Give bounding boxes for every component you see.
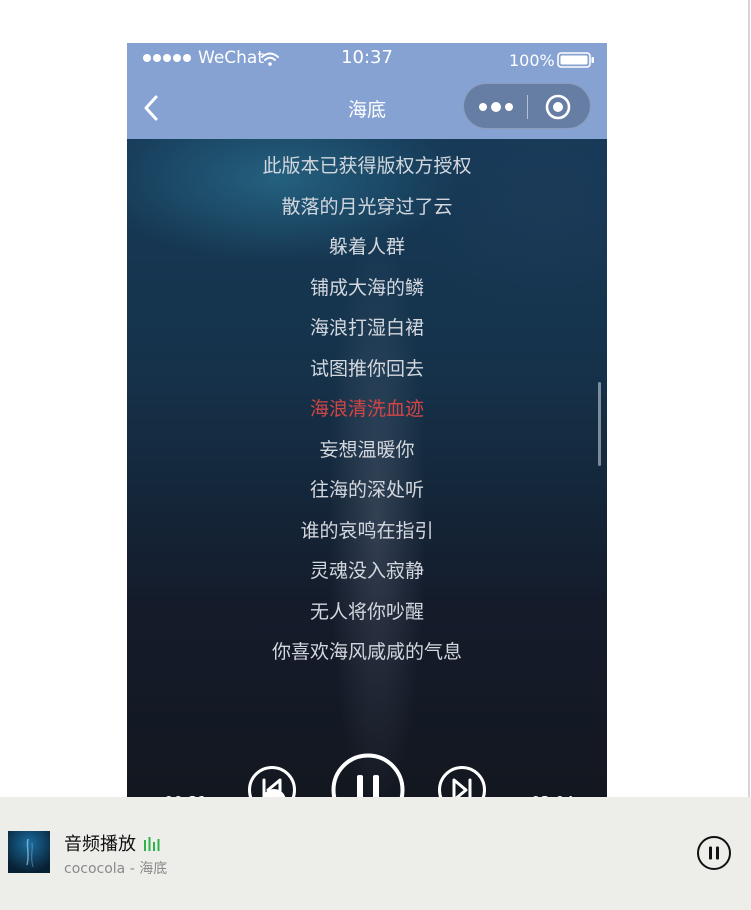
equalizer-icon (144, 837, 160, 851)
lyric-line-active: 海浪清洗血迹 (309, 398, 424, 420)
lyric-line: 无人将你吵醒 (309, 600, 424, 623)
player-background: 此版本已获得版权方授权 散落的月光穿过了云 躲着人群铺成大海的鳞 海浪打湿白裙 试图推你… (127, 139, 607, 910)
lyric-line: 海浪打湿白裙 (309, 317, 424, 339)
navigation-bar: 海底 (127, 75, 607, 139)
window-edge (748, 0, 750, 910)
lyric-line: 铺成大海的鳞 (309, 276, 424, 299)
lyric-line: 散落的月光穿过了云 (281, 195, 453, 218)
mini-player-title: 音频播放 (64, 834, 136, 855)
screen: WeChat 10:37 100% 海底 此版本已获得版权方授权 散落的月光穿过… (0, 0, 751, 910)
lyric-line: 躲着人群 (328, 236, 405, 258)
song-name: 海底 (139, 861, 168, 877)
lyric-line: 你喜欢海风咸咸的气息 (271, 641, 462, 663)
capsule-close-icon[interactable] (544, 93, 572, 121)
lyric-line: 此版本已获得版权方授权 (262, 155, 472, 177)
capsule-menu (463, 83, 591, 129)
status-bar: WeChat 10:37 100% (127, 43, 607, 75)
mini-player-subtitle: cococola - 海底 (64, 858, 167, 878)
battery-percent: 100% (509, 51, 555, 70)
lyric-line: 试图推你回去 (309, 357, 424, 380)
lyric-line: 往海的深处听 (309, 479, 424, 501)
lyrics-scrollbar[interactable] (598, 382, 601, 466)
lyric-line: 灵魂没入寂静 (309, 560, 424, 582)
capsule-divider (527, 95, 528, 119)
mini-player[interactable]: 音频播放 cococola - 海底 (0, 797, 751, 910)
more-dots-icon[interactable] (478, 97, 514, 117)
battery-icon (557, 52, 594, 68)
pause-icon[interactable] (696, 835, 732, 871)
subtitle-separator: - (125, 861, 140, 877)
phone-frame: WeChat 10:37 100% 海底 此版本已获得版权方授权 散落的月光穿过… (127, 43, 607, 910)
lyric-line: 妄想温暖你 (319, 438, 415, 461)
album-cover (8, 831, 50, 873)
lyric-line: 谁的哀鸣在指引 (300, 519, 434, 542)
artist-name: cococola (64, 861, 126, 877)
